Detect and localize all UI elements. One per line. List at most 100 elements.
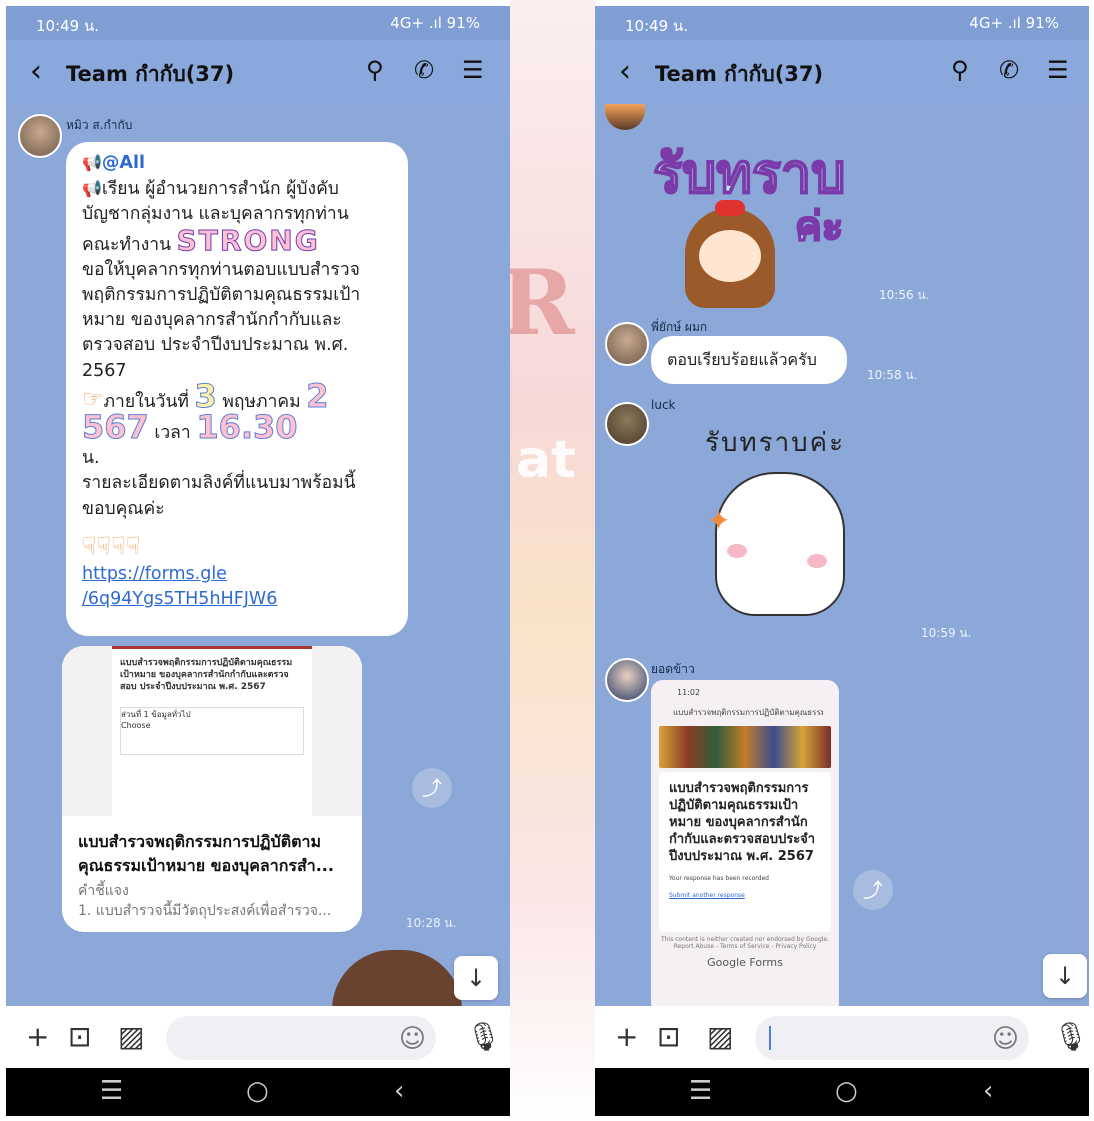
screenshot-footer: This content is neither created nor endo… [660, 936, 830, 950]
nav-back-icon[interactable]: ‹ [983, 1076, 993, 1106]
link-preview-title: แบบสำรวจพฤติกรรมการปฏิบัติตาม คุณธรรมเป้… [78, 830, 352, 878]
share-icon[interactable]: ⤴ [412, 768, 452, 808]
form-preview-choose: Choose [121, 721, 151, 730]
message-bubble[interactable]: ตอบเรียบร้อยแล้วครับ [651, 336, 847, 384]
deadline-year-part: 567 [82, 408, 150, 447]
chat-title: Team กำกับ(37) [66, 62, 235, 86]
screenshot-top-bar: 11:02 แบบสำรวจพฤติกรรมการปฏิบัติตามคุณธร… [651, 680, 839, 720]
message-input[interactable]: ☺ [166, 1016, 436, 1060]
back-icon[interactable]: ‹ [30, 54, 42, 89]
link-preview-image: แบบสำรวจพฤติกรรมการปฏิบัติตามคุณธรรมเป้า… [62, 646, 362, 816]
avatar[interactable] [605, 658, 649, 702]
status-bar: 10:49 น. 4G+ .ıl 91% [595, 6, 1089, 40]
message-time: 10:56 น. [879, 288, 930, 302]
girl-illustration [685, 200, 775, 308]
pointing-down-icon: ☟☟☟☟ [82, 531, 141, 560]
input-bar: + ⊡ ▨ ☺ 🎙 [6, 1006, 510, 1068]
strong-word: STRONG [176, 223, 320, 257]
chat-title: Team กำกับ(37) [655, 62, 824, 86]
link-preview-title-line: คุณธรรมเป้าหมาย ของบุคลากรสำ... [78, 856, 334, 875]
avatar[interactable] [605, 402, 649, 446]
message-text: 2567 [82, 360, 127, 381]
screenshot-form-body: แบบสำรวจพฤติกรรมการปฏิบัติตามคุณธรรมเป้า… [659, 772, 831, 932]
message-text: น. [82, 448, 100, 469]
chat-header: ‹ Team กำกับ(37) ⚲ ✆ ☰ [6, 40, 510, 104]
phone-screen-left: 10:49 น. 4G+ .ıl 91% ‹ Team กำกับ(37) ⚲ … [6, 6, 510, 1116]
form-preview: แบบสำรวจพฤติกรรมการปฏิบัติตามคุณธรรมเป้า… [112, 646, 312, 816]
sender-name: luck [651, 398, 676, 412]
message-text: คณะทำงาน [82, 234, 172, 255]
sticker-peek [332, 950, 462, 1010]
call-icon[interactable]: ✆ [999, 56, 1019, 84]
chat-area[interactable]: หมิว ส.กำกับ 📢@All 📢เรียน ผู้อำนวยการสำน… [6, 104, 510, 1010]
text-cursor [769, 1026, 771, 1050]
message-input[interactable]: ☺ [755, 1016, 1029, 1060]
chat-area[interactable]: รับทราบ ค่ะ 10:56 น. พี่ยักษ์ ผมก ตอบเรี… [595, 104, 1089, 1010]
message-text: เรียน ผู้อำนวยการสำนัก ผู้บังคับ [101, 179, 339, 200]
form-preview-title: แบบสำรวจพฤติกรรมการปฏิบัติตามคุณธรรมเป้า… [120, 658, 293, 692]
home-icon[interactable]: ○ [246, 1076, 269, 1106]
message-time: 10:58 น. [867, 368, 918, 382]
recent-apps-icon[interactable]: ☰ [100, 1076, 123, 1106]
image-icon[interactable]: ▨ [118, 1020, 144, 1053]
background-decoration: R at [510, 0, 596, 1121]
sticker-acknowledge[interactable]: รับทราบ ค่ะ [645, 124, 875, 308]
scroll-down-button[interactable]: ↓ [454, 956, 498, 1000]
cloud-character-illustration: ✦ [707, 472, 845, 616]
emoji-icon[interactable]: ☺ [992, 1024, 1019, 1054]
message-text: ขอให้บุคลากรทุกท่านตอบแบบสำรวจ [82, 259, 360, 280]
microphone-icon[interactable]: 🎙 [466, 1020, 502, 1053]
scroll-down-button[interactable]: ↓ [1043, 954, 1087, 998]
avatar[interactable] [18, 114, 62, 158]
sticker-acknowledge[interactable]: รับทราบค่ะ ✦ [655, 422, 895, 622]
sender-name: พี่ยักษ์ ผมก [651, 320, 708, 334]
screenshot-submit-link: Submit another response [669, 892, 745, 899]
status-time: 10:49 น. [36, 17, 100, 35]
call-icon[interactable]: ✆ [414, 56, 434, 84]
search-icon[interactable]: ⚲ [951, 56, 969, 84]
share-icon[interactable]: ⤴ [853, 870, 893, 910]
deadline-time: 16.30 [196, 408, 298, 447]
menu-icon[interactable]: ☰ [462, 56, 484, 84]
plus-icon[interactable]: + [615, 1020, 638, 1053]
emoji-icon[interactable]: ☺ [399, 1024, 426, 1054]
sender-name: หมิว ส.กำกับ [66, 118, 133, 132]
mention-all[interactable]: @All [102, 153, 145, 173]
camera-icon[interactable]: ⊡ [68, 1020, 91, 1053]
message-text: หมาย ของบุคลากรสำนักกำกับและ [82, 310, 342, 331]
avatar[interactable] [605, 322, 649, 366]
message-text: เวลา [154, 423, 191, 444]
message-time: 10:28 น. [406, 916, 457, 930]
nav-back-icon[interactable]: ‹ [394, 1076, 404, 1106]
link-preview-card[interactable]: แบบสำรวจพฤติกรรมการปฏิบัติตามคุณธรรมเป้า… [62, 646, 362, 932]
status-indicators: 4G+ .ıl 91% [390, 14, 480, 32]
message-text: พฤติกรรมการปฏิบัติตามคุณธรรมเป้า [82, 285, 361, 306]
google-forms-logo: Google Forms [707, 956, 783, 969]
camera-icon[interactable]: ⊡ [657, 1020, 680, 1053]
form-link[interactable]: /6q94Ygs5TH5hHFJW6 [82, 589, 277, 609]
microphone-icon[interactable]: 🎙 [1053, 1020, 1089, 1053]
message-text: ขอบคุณค่ะ [82, 498, 165, 519]
message-text: ตรวจสอบ ประจำปีงบประมาณ พ.ศ. [82, 335, 349, 356]
message-bubble[interactable]: 📢@All 📢เรียน ผู้อำนวยการสำนัก ผู้บังคับ … [66, 142, 408, 636]
screenshot-form-title: แบบสำรวจพฤติกรรมการปฏิบัติตามคุณธรรมเป้า… [669, 781, 816, 864]
image-icon[interactable]: ▨ [707, 1020, 733, 1053]
sticker-peek [605, 104, 645, 130]
menu-icon[interactable]: ☰ [1047, 56, 1069, 84]
screenshot-response-text: Your response has been recorded [669, 875, 769, 882]
search-icon[interactable]: ⚲ [366, 56, 384, 84]
star-icon: ✦ [707, 504, 731, 537]
deadline-year-part: 2 [306, 376, 329, 415]
status-indicators: 4G+ .ıl 91% [969, 14, 1059, 32]
back-icon[interactable]: ‹ [619, 54, 631, 89]
link-preview-title-line: แบบสำรวจพฤติกรรมการปฏิบัติตาม [78, 832, 322, 851]
recent-apps-icon[interactable]: ☰ [689, 1076, 712, 1106]
form-preview-section: ส่วนที่ 1 ข้อมูลทั่วไป Choose [120, 707, 304, 755]
link-preview-subtitle: คำชี้แจง [78, 883, 129, 899]
form-link[interactable]: https://forms.gle [82, 564, 227, 584]
message-time: 10:59 น. [921, 626, 972, 640]
plus-icon[interactable]: + [26, 1020, 49, 1053]
home-icon[interactable]: ○ [835, 1076, 858, 1106]
screenshot-image[interactable]: 11:02 แบบสำรวจพฤติกรรมการปฏิบัติตามคุณธร… [651, 680, 839, 1010]
system-nav-bar: ☰ ○ ‹ [595, 1068, 1089, 1116]
